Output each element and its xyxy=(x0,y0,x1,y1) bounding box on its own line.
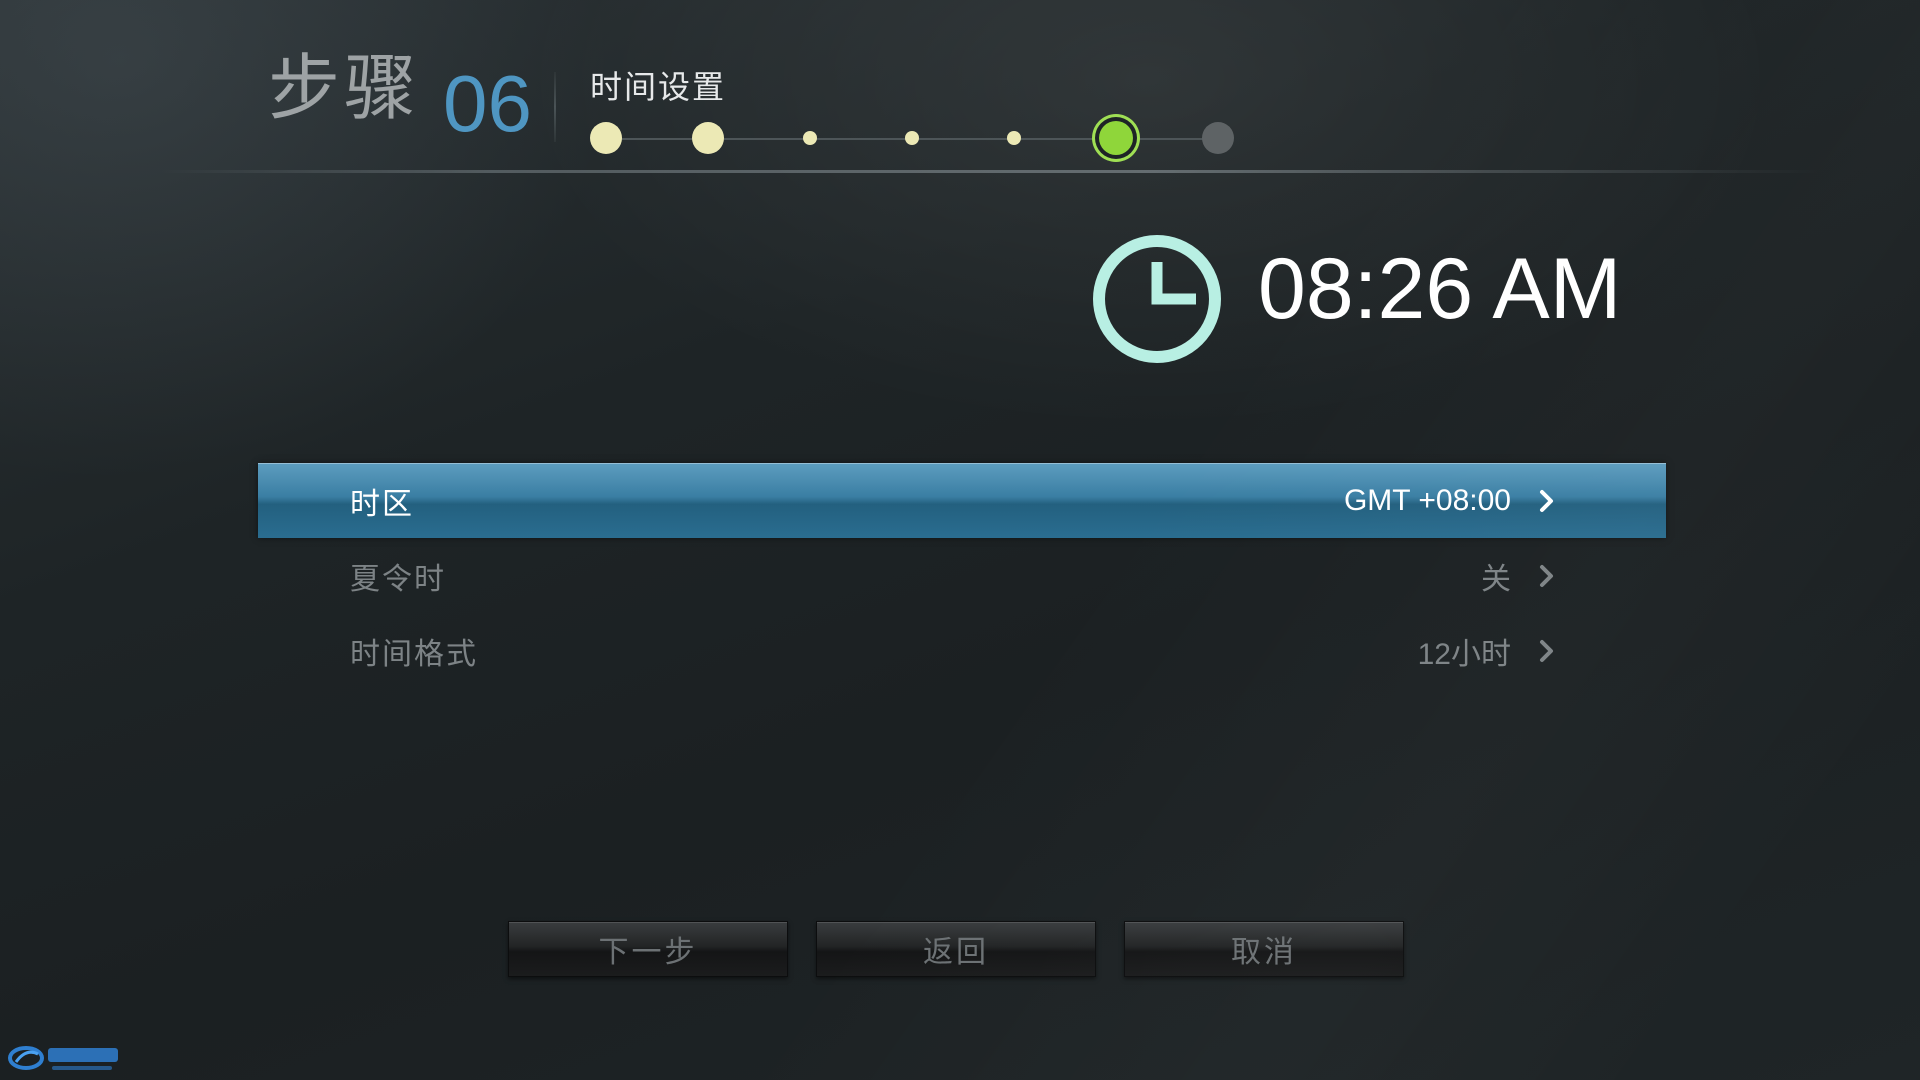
setup-wizard-screen: 步骤 06 时间设置 08:26 AM 时区 GMT +08:00 夏令时 关 xyxy=(0,0,1920,1080)
progress-step-5-dot xyxy=(1007,131,1021,145)
watermark-logo xyxy=(8,1046,118,1070)
setting-value: GMT +08:00 xyxy=(1343,483,1511,517)
clock-icon xyxy=(1093,235,1221,363)
wizard-button-bar: 下一步 返回 取消 xyxy=(508,921,1404,977)
chevron-right-icon xyxy=(1540,489,1553,512)
current-time-display: 08:26 AM xyxy=(1258,241,1622,337)
setting-label: 夏令时 xyxy=(350,561,446,597)
setting-value: 关 xyxy=(1481,562,1511,596)
setting-label: 时间格式 xyxy=(350,636,478,672)
time-settings-list: 时区 GMT +08:00 夏令时 关 时间格式 12小时 xyxy=(258,463,1666,688)
progress-step-1-dot xyxy=(590,122,622,154)
back-button[interactable]: 返回 xyxy=(816,921,1096,977)
setting-value: 12小时 xyxy=(1417,637,1511,671)
chevron-right-icon xyxy=(1540,564,1553,587)
header-separator xyxy=(160,170,1820,173)
page-title: 时间设置 xyxy=(590,68,727,106)
cancel-button[interactable]: 取消 xyxy=(1124,921,1404,977)
setting-row-timezone[interactable]: 时区 GMT +08:00 xyxy=(258,463,1666,538)
progress-step-3-dot xyxy=(803,131,817,145)
next-step-button[interactable]: 下一步 xyxy=(508,921,788,977)
setting-row-time-format[interactable]: 时间格式 12小时 xyxy=(258,613,1666,688)
setting-label: 时区 xyxy=(350,486,414,522)
progress-step-7-dot xyxy=(1202,122,1234,154)
progress-step-2-dot xyxy=(692,122,724,154)
header-divider xyxy=(554,72,556,142)
setting-row-daylight-saving[interactable]: 夏令时 关 xyxy=(258,538,1666,613)
progress-step-4-dot xyxy=(905,131,919,145)
step-number: 06 xyxy=(443,59,532,148)
step-progress-indicator xyxy=(590,118,1240,158)
step-label: 步骤 xyxy=(268,46,421,130)
chevron-right-icon xyxy=(1540,639,1553,662)
progress-step-6-current-dot xyxy=(1099,121,1133,155)
